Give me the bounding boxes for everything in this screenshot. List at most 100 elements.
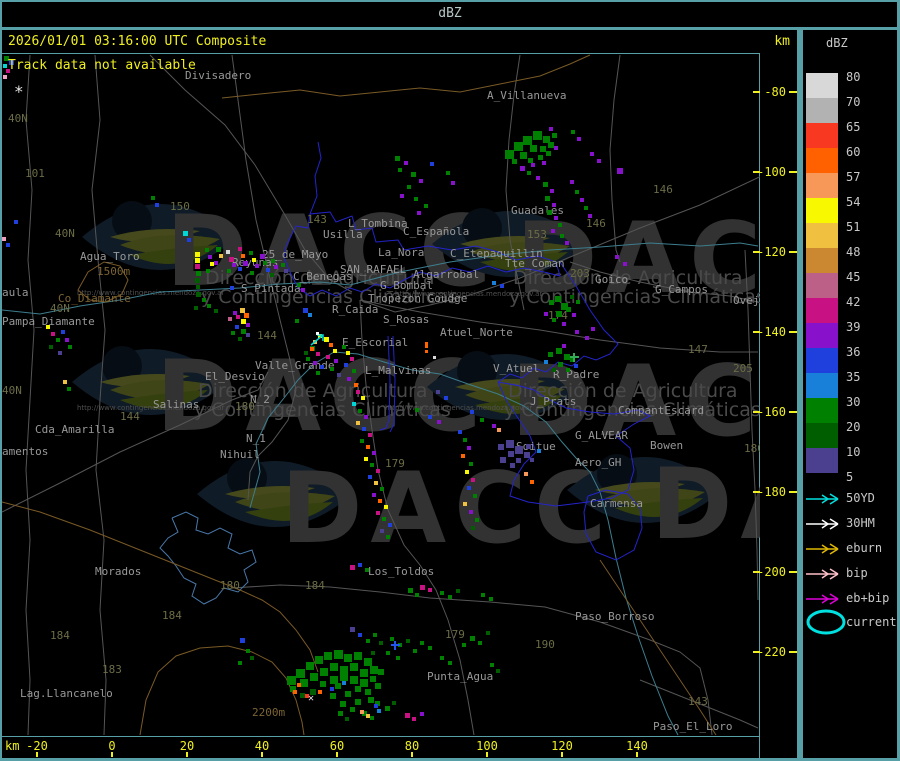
radar-echo-cell	[195, 258, 200, 263]
radar-echo-cell	[480, 418, 484, 422]
radar-echo-cell	[306, 357, 310, 361]
radar-echo-cell	[354, 652, 362, 660]
radar-echo-cell	[187, 238, 191, 242]
colorbar-value-label: 51	[846, 220, 860, 234]
colorbar-value-label: 80	[846, 70, 860, 84]
radar-echo-cell	[293, 690, 297, 694]
window-border-top	[0, 0, 900, 2]
radar-echo-cell	[214, 261, 218, 265]
radar-echo-cell	[570, 180, 574, 184]
radar-echo-cell	[471, 526, 475, 530]
radar-echo-cell	[396, 656, 400, 660]
radar-echo-cell	[428, 415, 432, 419]
radar-echo-cell	[335, 683, 341, 689]
bottom-axis-tick-label: 0	[92, 739, 132, 753]
right-axis-tick-label: -180	[744, 485, 786, 499]
radar-echo-cell	[300, 679, 308, 687]
exclamation-marker	[425, 342, 428, 348]
radar-echo-cell	[263, 261, 267, 265]
radar-echo-cell	[355, 699, 361, 705]
radar-echo-cell	[61, 330, 65, 334]
radar-echo-cell	[63, 380, 67, 384]
radar-echo-cell	[462, 643, 466, 647]
radar-echo-cell	[473, 494, 477, 498]
radar-echo-cell	[260, 254, 265, 259]
radar-echo-cell	[420, 585, 425, 590]
right-axis-tick-mark	[753, 651, 760, 653]
radar-echo-cell	[360, 439, 364, 443]
right-axis-tick-mark	[753, 91, 760, 93]
radar-echo-cell	[481, 593, 485, 597]
colorbar-value-label: 20	[846, 420, 860, 434]
radar-echo-cell	[444, 396, 448, 400]
radar-echo-cell	[316, 352, 320, 356]
radar-echo-cell	[350, 565, 355, 570]
radar-echo-cell	[246, 649, 250, 653]
radar-echo-cell	[249, 251, 253, 255]
radar-echo-cell	[384, 505, 388, 509]
colorbar-value-label: 57	[846, 170, 860, 184]
radar-map-canvas: DACCDACCDACCDACCDACCDACCDirección de Agr…	[2, 53, 760, 737]
right-axis-tick-mark	[789, 331, 797, 333]
radar-echo-cell	[463, 438, 467, 442]
radar-echo-cell	[340, 701, 346, 707]
radar-echo-cell	[2, 237, 6, 241]
place-label: aula	[2, 286, 29, 299]
gray-map-line	[26, 55, 34, 735]
radar-echo-cell	[240, 638, 245, 643]
radar-echo-cell	[498, 444, 504, 450]
bottom-axis-tick-mark	[411, 752, 413, 757]
radar-echo-cell	[334, 359, 338, 363]
radar-echo-cell	[413, 649, 417, 653]
place-label: Aero_GH	[575, 456, 621, 469]
radar-echo-cell	[575, 330, 579, 334]
radar-echo-cell	[461, 454, 465, 458]
radar-app-window: dBZ 2026/01/01 03:16:00 UTC Composite km…	[0, 0, 900, 761]
bottom-axis-tick-mark	[561, 752, 563, 757]
radar-echo-cell	[549, 127, 553, 131]
radar-echo-cell	[428, 588, 432, 592]
radar-echo-cell	[352, 369, 356, 373]
radar-echo-cell	[207, 304, 211, 308]
eb+bip-arrow-icon	[804, 592, 846, 606]
eburn-arrow-icon	[804, 542, 846, 556]
radar-echo-cell	[361, 396, 365, 400]
radar-echo-cell	[524, 472, 528, 476]
radar-echo-cell	[552, 368, 556, 372]
place-label: Paso_Borroso	[575, 610, 654, 623]
radar-echo-cell	[574, 364, 578, 368]
radar-echo-cell	[308, 313, 312, 317]
place-label: Nihuil	[220, 448, 260, 461]
place-label: Carmensa	[590, 497, 643, 510]
radar-echo-cell	[310, 673, 318, 681]
radar-echo-cell	[515, 446, 523, 454]
place-label: amentos	[2, 445, 48, 458]
place-label: Bowen	[650, 439, 683, 452]
road-number-label: 203	[570, 267, 590, 280]
radar-echo-cell	[500, 457, 506, 463]
place-label: La_Nora	[378, 246, 424, 259]
radar-echo-cell	[281, 263, 285, 267]
place-label: El_Desvio	[205, 370, 265, 383]
right-axis-tick-mark	[789, 491, 797, 493]
radar-echo-cell	[320, 668, 328, 676]
road-number-label: 153	[527, 228, 547, 241]
radar-echo-cell	[554, 146, 558, 150]
radar-echo-cell	[232, 263, 236, 267]
plus-marker	[573, 353, 575, 362]
bottom-axis-tick-label: 80	[392, 739, 432, 753]
radar-echo-cell	[380, 529, 384, 533]
radar-echo-cell	[219, 254, 223, 258]
titlebar-divider	[0, 27, 900, 30]
bottom-axis-tick-mark	[636, 752, 638, 757]
track-warning-text: Track data not available	[8, 58, 196, 73]
radar-echo-cell	[544, 360, 548, 364]
radar-echo-cell	[356, 421, 360, 425]
bottom-axis-tick-mark	[261, 752, 263, 757]
radar-echo-cell	[478, 641, 482, 645]
radar-echo-cell	[558, 362, 563, 367]
radar-echo-cell	[514, 142, 523, 151]
radar-echo-cell	[533, 131, 542, 140]
bottom-axis-tick-mark	[111, 752, 113, 757]
radar-echo-cell	[405, 713, 410, 718]
